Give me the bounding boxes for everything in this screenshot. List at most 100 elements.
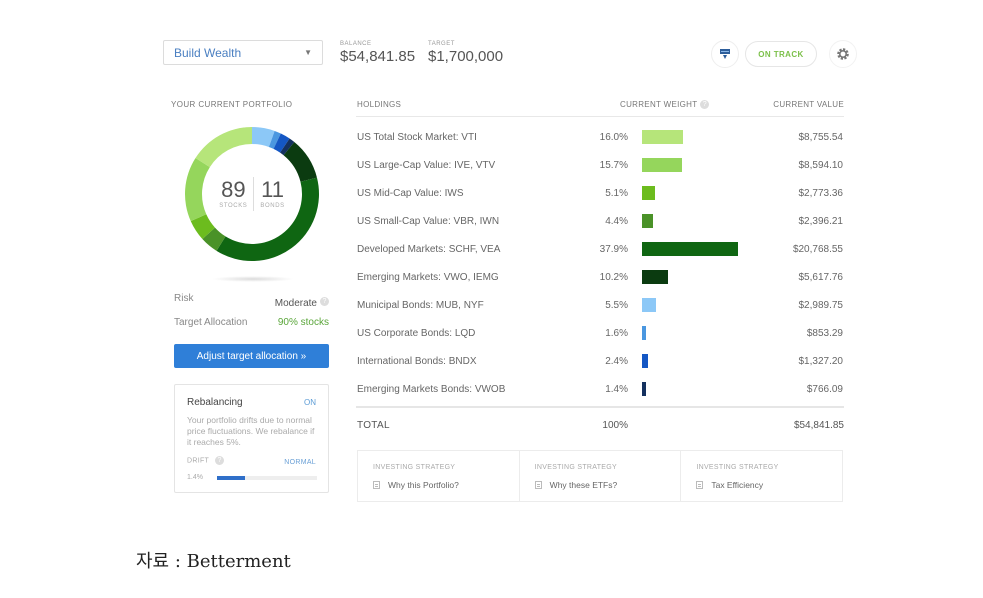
stocks-label: STOCKS <box>219 203 248 209</box>
donut-shadow <box>212 276 294 282</box>
settings-button[interactable] <box>829 40 857 68</box>
drift-status: NORMAL <box>284 459 316 466</box>
strategy-card-portfolio[interactable]: INVESTING STRATEGY Why this Portfolio? <box>358 451 520 501</box>
info-icon[interactable]: ? <box>320 297 329 307</box>
strategy-label: INVESTING STRATEGY <box>373 464 456 471</box>
holding-weight-bar <box>642 382 646 396</box>
rebalancing-title: Rebalancing <box>187 397 243 408</box>
holding-name: Municipal Bonds: MUB, NYF <box>357 300 484 311</box>
rebalancing-description: Your portfolio drifts due to normal pric… <box>187 415 315 447</box>
holding-weight-bar <box>642 354 649 368</box>
holding-weight: 1.4% <box>605 384 628 395</box>
chevron-down-icon: ▼ <box>304 48 312 57</box>
holding-value: $2,773.36 <box>798 188 844 199</box>
table-row[interactable]: US Total Stock Market: VTI 16.0% $8,755.54 <box>356 129 844 149</box>
holding-weight-bar <box>642 158 682 172</box>
holding-weight: 37.9% <box>599 244 628 255</box>
drift-value: 1.4% <box>187 474 203 481</box>
table-row[interactable]: Municipal Bonds: MUB, NYF 5.5% $2,989.75 <box>356 297 844 317</box>
gear-icon <box>837 48 849 60</box>
holding-name: US Total Stock Market: VTI <box>357 132 477 143</box>
portfolio-title: YOUR CURRENT PORTFOLIO <box>171 100 293 109</box>
document-icon <box>373 481 380 489</box>
col-header-value: CURRENT VALUE <box>773 100 844 109</box>
balance-stat: BALANCE $54,841.85 <box>340 41 415 65</box>
drift-label-wrap: DRIFT? <box>187 456 225 465</box>
holding-weight-bar <box>642 214 654 228</box>
bonds-label: BONDS <box>260 203 285 209</box>
investing-strategy-cards: INVESTING STRATEGY Why this Portfolio? I… <box>357 450 843 502</box>
col-header-holdings: HOLDINGS <box>357 100 402 109</box>
strategy-link-text: Tax Efficiency <box>711 480 764 490</box>
source-caption: 자료 : Betterment <box>136 551 291 572</box>
total-weight: 100% <box>602 420 628 431</box>
export-button[interactable] <box>711 40 739 68</box>
table-row[interactable]: Developed Markets: SCHF, VEA 37.9% $20,768… <box>356 241 844 261</box>
rebalancing-card: Rebalancing ON Your portfolio drifts due… <box>174 384 329 493</box>
holding-value: $1,327.20 <box>798 356 844 367</box>
holding-name: US Large-Cap Value: IVE, VTV <box>357 160 496 171</box>
target-value: $1,700,000 <box>428 48 504 65</box>
holding-name: US Small-Cap Value: VBR, IWN <box>357 216 500 227</box>
holding-name: Emerging Markets: VWO, IEMG <box>357 272 499 283</box>
total-value: $54,841.85 <box>793 420 844 431</box>
strategy-link[interactable]: Why these ETFs? <box>534 480 617 490</box>
strategy-card-tax[interactable]: INVESTING STRATEGY Tax Efficiency <box>681 451 842 501</box>
adjust-allocation-button[interactable]: Adjust target allocation » <box>174 344 329 368</box>
rebalancing-toggle[interactable]: ON <box>304 398 316 407</box>
table-row[interactable]: US Corporate Bonds: LQD 1.6% $853.29 <box>356 325 844 345</box>
bonds-percent: 11 <box>261 177 284 202</box>
donut-divider <box>253 177 255 211</box>
holding-name: US Corporate Bonds: LQD <box>357 328 476 339</box>
holding-value: $2,396.21 <box>798 216 844 227</box>
info-icon[interactable]: ? <box>700 100 710 110</box>
allocation-donut: 89 STOCKS 11 BONDS <box>183 125 321 263</box>
info-icon[interactable]: ? <box>215 456 225 465</box>
holding-weight-bar <box>642 298 656 312</box>
strategy-link[interactable]: Tax Efficiency <box>696 480 763 490</box>
strategy-link-text: Why this Portfolio? <box>388 480 459 490</box>
table-row[interactable]: Emerging Markets Bonds: VWOB 1.4% $766.09 <box>356 381 844 401</box>
balance-label: BALANCE <box>340 41 372 47</box>
document-icon <box>696 481 704 489</box>
balance-value: $54,841.85 <box>340 48 416 65</box>
table-row[interactable]: Emerging Markets: VWO, IEMG 10.2% $5,617.7… <box>356 269 844 289</box>
holding-value: $766.09 <box>806 384 843 395</box>
holding-value: $8,755.54 <box>798 132 844 143</box>
goal-select-value: Build Wealth <box>174 45 242 60</box>
holding-value: $5,617.76 <box>798 272 844 283</box>
holding-weight: 5.1% <box>605 188 628 199</box>
holding-weight: 1.6% <box>605 328 628 339</box>
drift-progress-bar <box>217 476 317 480</box>
target-allocation-label: Target Allocation <box>174 317 248 328</box>
target-label: TARGET <box>428 41 455 47</box>
risk-value: Moderate <box>274 298 317 309</box>
holding-weight: 15.7% <box>599 160 628 171</box>
strategy-card-etfs[interactable]: INVESTING STRATEGY Why these ETFs? <box>520 451 682 501</box>
holding-value: $2,989.75 <box>798 300 844 311</box>
header-divider <box>356 116 844 117</box>
col-header-weight-wrap: CURRENT WEIGHT? <box>620 100 710 110</box>
strategy-label: INVESTING STRATEGY <box>534 464 617 471</box>
risk-value-wrap: Moderate? <box>275 293 329 311</box>
holding-weight-bar <box>642 270 668 284</box>
goal-select[interactable]: Build Wealth ▼ <box>163 40 323 65</box>
total-divider <box>356 406 844 408</box>
status-badge[interactable]: ON TRACK <box>745 41 817 67</box>
holding-name: US Mid-Cap Value: IWS <box>357 188 464 199</box>
risk-label: Risk <box>174 293 194 304</box>
strategy-link[interactable]: Why this Portfolio? <box>373 480 459 490</box>
holding-value: $8,594.10 <box>798 160 844 171</box>
holding-weight-bar <box>642 130 683 144</box>
target-allocation-value: 90% stocks <box>277 317 329 328</box>
holding-name: Emerging Markets Bonds: VWOB <box>357 384 506 395</box>
holding-weight-bar <box>642 186 655 200</box>
table-row[interactable]: US Large-Cap Value: IVE, VTV 15.7% $8,594.… <box>356 157 844 177</box>
table-row[interactable]: US Small-Cap Value: VBR, IWN 4.4% $2,396.2… <box>356 213 844 233</box>
col-header-weight: CURRENT WEIGHT <box>620 100 698 109</box>
table-row[interactable]: International Bonds: BNDX 2.4% $1,327.20 <box>356 353 844 373</box>
holding-weight: 2.4% <box>605 356 628 367</box>
holding-weight: 16.0% <box>599 132 628 143</box>
holding-name: Developed Markets: SCHF, VEA <box>357 244 501 255</box>
table-row[interactable]: US Mid-Cap Value: IWS 5.1% $2,773.36 <box>356 185 844 205</box>
